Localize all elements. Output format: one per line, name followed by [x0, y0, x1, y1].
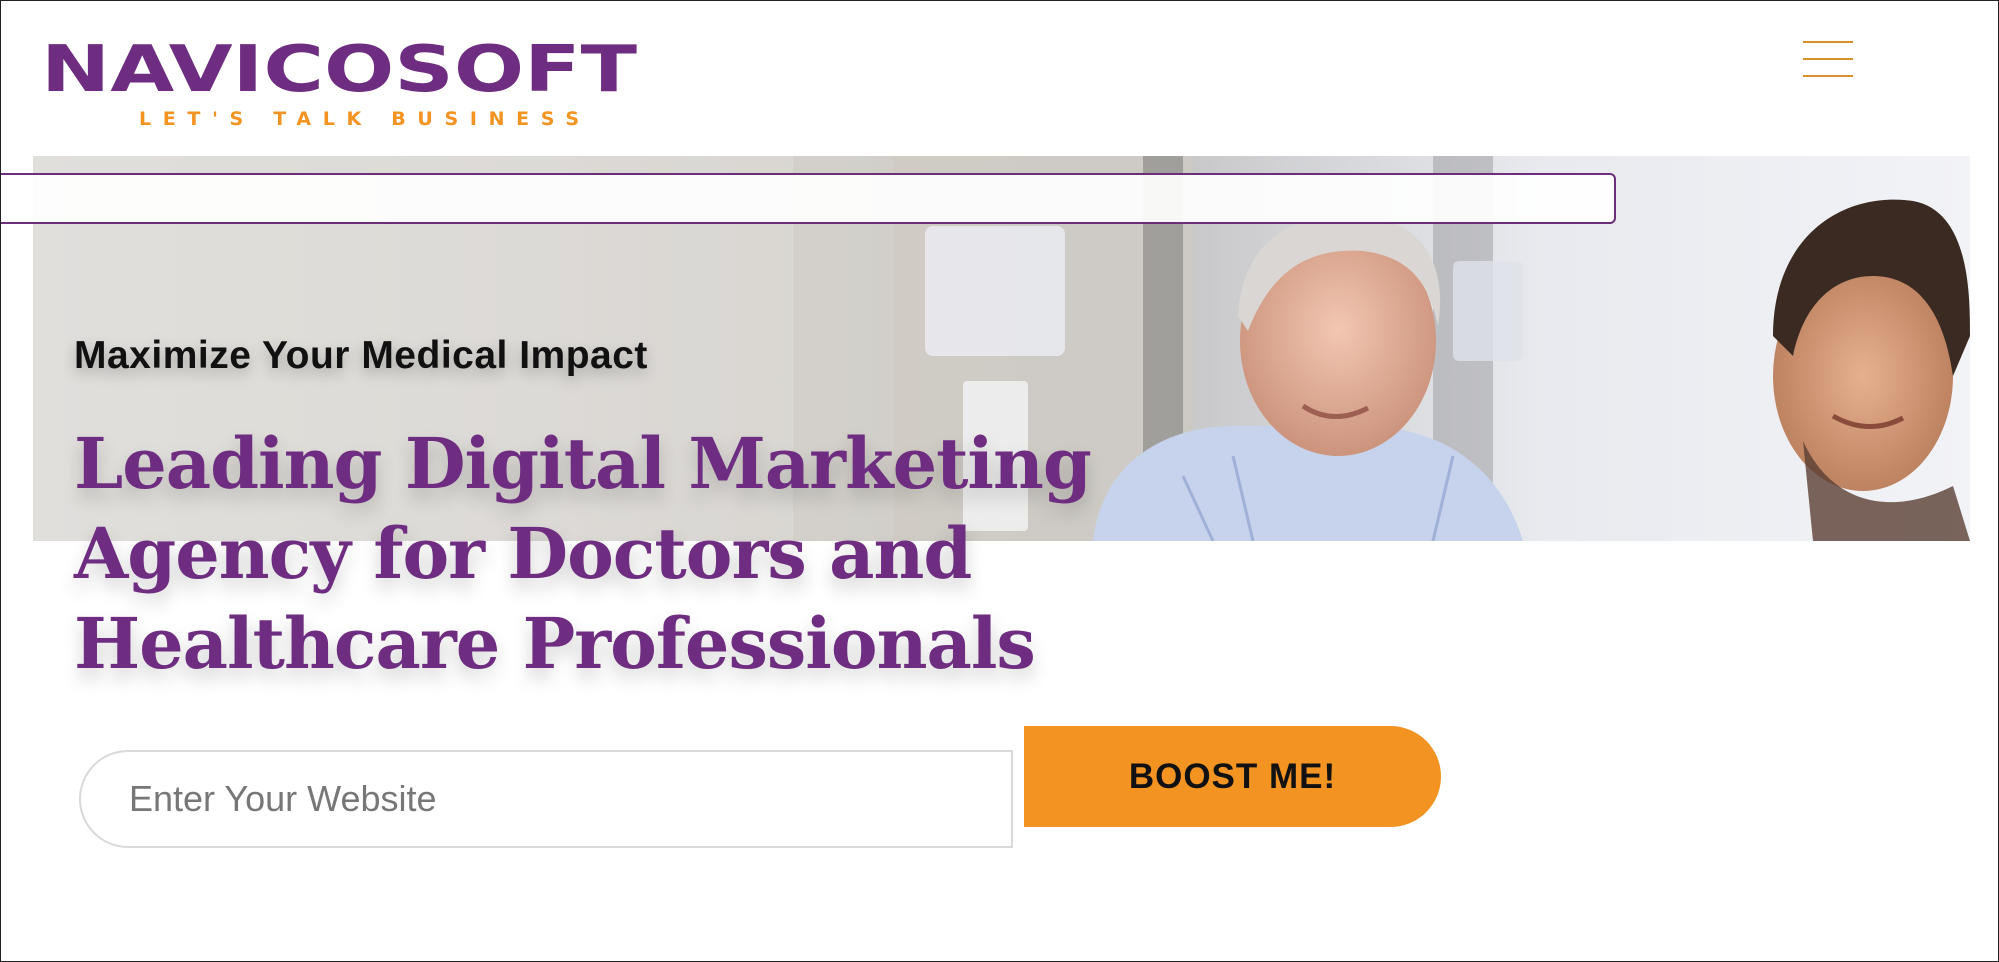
navigation-bar — [1, 173, 1616, 224]
boost-me-button[interactable]: BOOST ME! — [1024, 726, 1441, 827]
menu-line — [1803, 58, 1853, 60]
brand-logo-link[interactable]: NAVICOSOFT LET'S TALK BUSINESS — [41, 39, 641, 129]
navicosoft-logo: NAVICOSOFT LET'S TALK BUSINESS — [41, 39, 637, 129]
page: NAVICOSOFT LET'S TALK BUSINESS Maximize … — [0, 0, 1999, 962]
hero-kicker: Maximize Your Medical Impact — [74, 334, 648, 377]
logo-tagline: LET'S TALK BUSINESS — [139, 108, 579, 129]
logo-wordmark: NAVICOSOFT — [41, 39, 637, 107]
hero-headline: Leading Digital Marketing Agency for Doc… — [74, 422, 1092, 685]
menu-line — [1803, 75, 1853, 77]
site-header: NAVICOSOFT LET'S TALK BUSINESS — [1, 1, 1998, 156]
menu-line — [1803, 41, 1853, 43]
website-input[interactable] — [79, 750, 1013, 848]
hamburger-menu-icon[interactable] — [1801, 39, 1857, 79]
